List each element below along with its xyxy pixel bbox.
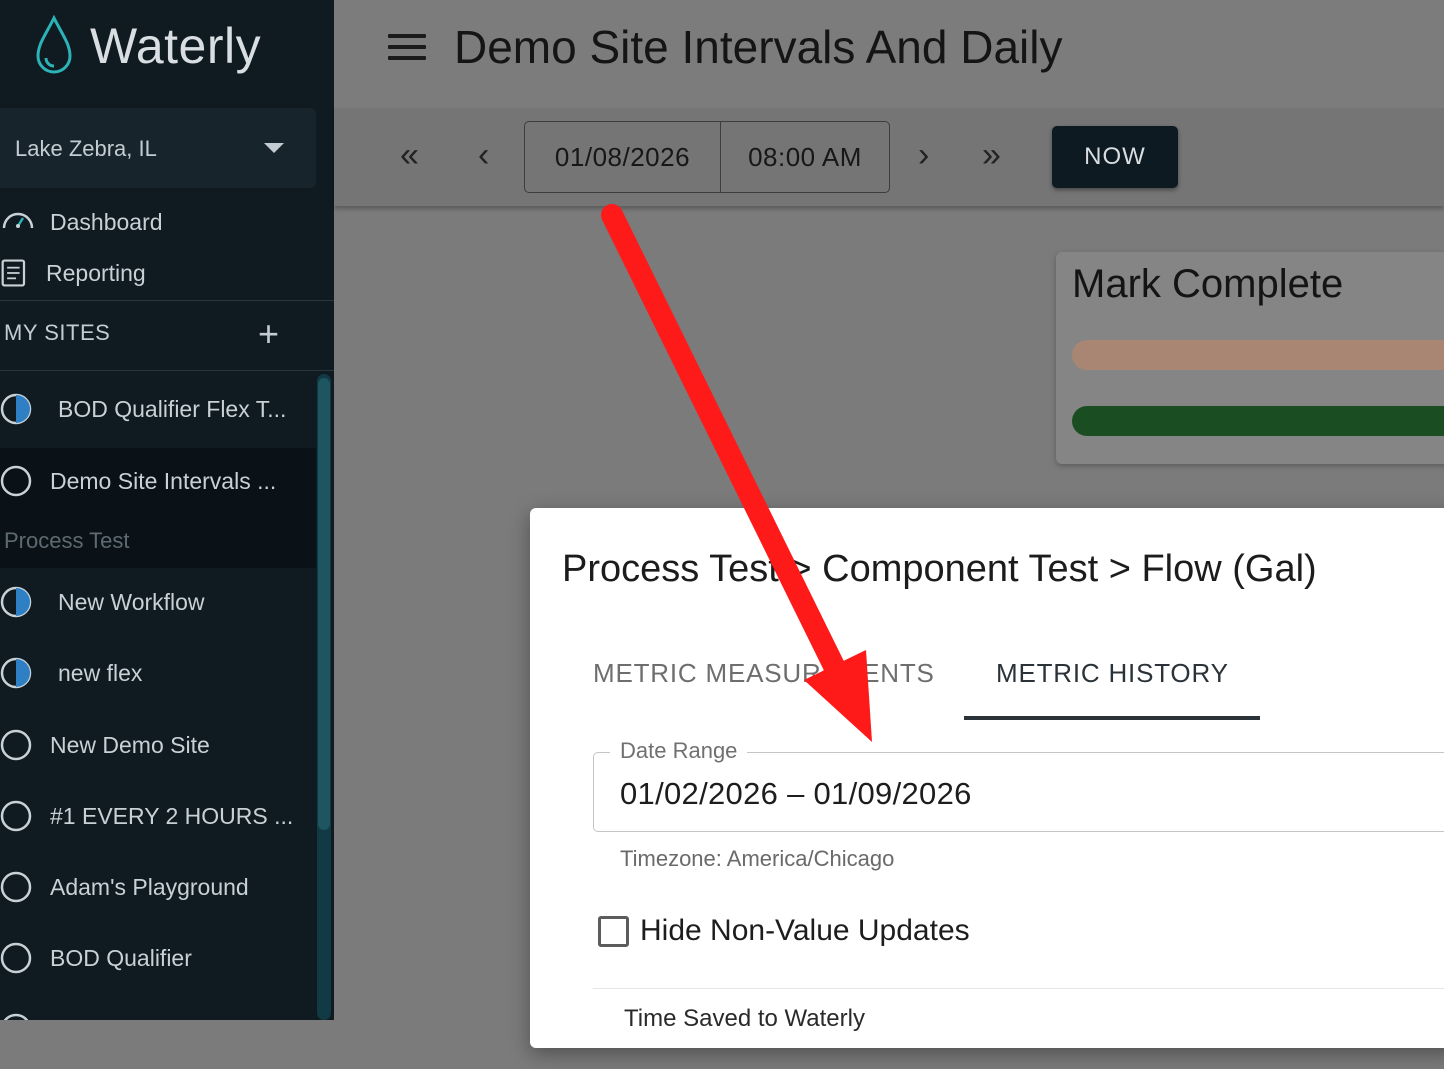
site-item-label: New Demo Site: [50, 731, 210, 758]
site-item-label: new flex: [58, 659, 143, 686]
nav-reporting[interactable]: Reporting: [0, 251, 146, 295]
date-range-label: Date Range: [610, 738, 748, 764]
double-chevron-left-icon[interactable]: «: [400, 138, 419, 172]
water-drop-icon: [36, 14, 72, 74]
chevron-left-icon[interactable]: ‹: [478, 138, 489, 172]
site-item-label: Demo Site Intervals ...: [50, 467, 277, 494]
mark-complete-card: Mark Complete: [1056, 252, 1444, 464]
site-item[interactable]: BOD Qualifier Flex T...: [0, 384, 286, 434]
metric-dialog: Process Test > Component Test > Flow (Ga…: [530, 508, 1444, 1048]
progress-bar-complete: [1072, 406, 1444, 436]
menu-icon[interactable]: [388, 34, 426, 60]
site-item[interactable]: New Demo Site: [0, 720, 210, 770]
circle-icon: [0, 942, 32, 974]
site-item-label: BOD Qualifier: [50, 944, 192, 971]
hide-non-value-checkbox[interactable]: [598, 916, 629, 947]
progress-bar-pending: [1072, 340, 1444, 370]
circle-icon: [0, 800, 32, 832]
brand-logo[interactable]: Waterly: [32, 14, 261, 78]
sidebar-divider: [0, 370, 334, 371]
site-item[interactable]: #1 EVERY 2 HOURS ...: [0, 791, 293, 841]
card-title: Mark Complete: [1072, 262, 1344, 306]
chevron-right-icon[interactable]: ›: [918, 138, 929, 172]
site-item[interactable]: new flex: [0, 648, 142, 698]
circle-icon: [0, 465, 32, 497]
add-site-icon[interactable]: +: [258, 316, 279, 352]
tab-metric-history[interactable]: METRIC HISTORY: [996, 658, 1229, 689]
nav-reporting-label: Reporting: [46, 259, 146, 286]
nav-dashboard[interactable]: Dashboard: [0, 200, 163, 244]
circle-icon: [3, 1013, 29, 1020]
sidebar: Waterly Lake Zebra, IL Dashboard Reporti…: [0, 0, 334, 1020]
sidebar-scrollbar-thumb[interactable]: [318, 378, 330, 830]
table-header-time-saved[interactable]: Time Saved to Waterly: [624, 1005, 865, 1033]
site-selector-value: Lake Zebra, IL: [15, 136, 157, 161]
site-item[interactable]: [0, 1004, 34, 1020]
half-circle-icon: [0, 586, 32, 618]
site-item[interactable]: New Workflow: [0, 577, 205, 627]
my-sites-heading: MY SITES: [4, 320, 111, 345]
sidebar-divider: [0, 300, 334, 301]
site-item-label: #1 EVERY 2 HOURS ...: [50, 802, 294, 829]
date-field[interactable]: 01/08/2026: [525, 122, 721, 192]
circle-icon: [0, 871, 32, 903]
active-tab-indicator: [964, 716, 1260, 720]
site-item[interactable]: Demo Site Intervals ...: [0, 456, 276, 506]
top-app-bar: Demo Site Intervals And Daily: [334, 0, 1444, 108]
now-button[interactable]: NOW: [1052, 126, 1178, 188]
page-title: Demo Site Intervals And Daily: [454, 21, 1063, 73]
site-item[interactable]: BOD Qualifier: [0, 933, 192, 983]
caret-down-icon: [264, 143, 284, 153]
report-icon: [1, 259, 26, 287]
datetime-picker[interactable]: 01/08/2026 08:00 AM: [524, 121, 890, 193]
double-chevron-right-icon[interactable]: »: [982, 138, 1001, 172]
date-range-value[interactable]: 01/02/2026 – 01/09/2026: [620, 776, 972, 812]
site-item-label: New Workflow: [58, 588, 205, 615]
time-navigation-bar: « ‹ 01/08/2026 08:00 AM › » NOW: [334, 108, 1444, 206]
tab-metric-measurements[interactable]: METRIC MEASUREMENTS: [593, 658, 935, 689]
hide-non-value-label[interactable]: Hide Non-Value Updates: [640, 914, 970, 948]
half-circle-icon: [0, 393, 32, 425]
half-circle-icon: [0, 657, 32, 689]
site-item-label: Adam's Playground: [50, 873, 249, 900]
nav-dashboard-label: Dashboard: [50, 208, 163, 235]
circle-icon: [0, 729, 32, 761]
site-item[interactable]: Adam's Playground: [0, 862, 249, 912]
site-selector[interactable]: Lake Zebra, IL: [0, 108, 316, 188]
time-field[interactable]: 08:00 AM: [721, 122, 889, 192]
brand-name: Waterly: [90, 18, 262, 74]
dialog-title: Process Test > Component Test > Flow (Ga…: [562, 548, 1317, 590]
timezone-helper: Timezone: America/Chicago: [620, 846, 895, 871]
site-item-label: BOD Qualifier Flex T...: [58, 395, 287, 422]
site-group-title: Process Test: [4, 528, 130, 553]
gauge-icon: [2, 212, 34, 229]
